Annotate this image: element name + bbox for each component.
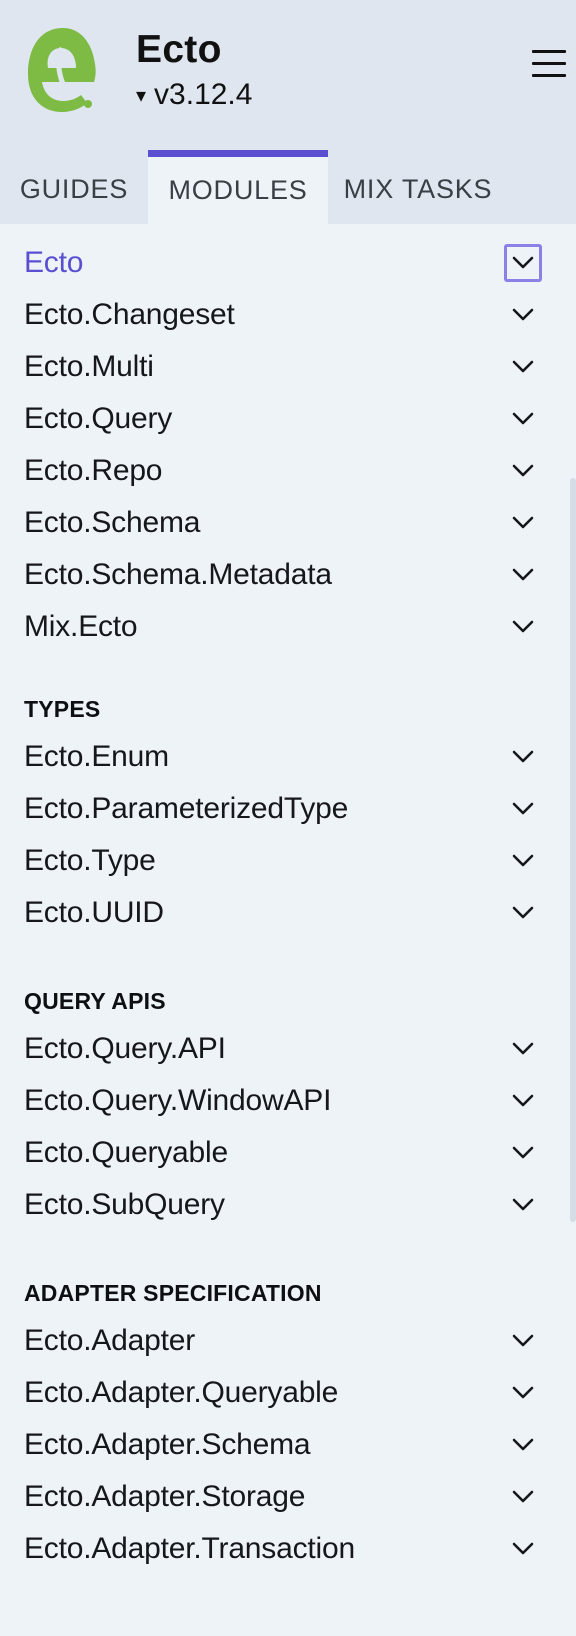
chevron-down-icon[interactable] <box>504 348 542 386</box>
module-item-label: Ecto.Adapter.Queryable <box>24 1376 339 1409</box>
module-item-label: Mix.Ecto <box>24 610 138 643</box>
chevron-down-icon[interactable] <box>504 790 542 828</box>
sidebar: Ecto ▾ v3.12.4 GUIDES MODULES MIX TASKS … <box>0 0 576 1636</box>
module-item[interactable]: Ecto.Query.API <box>24 1022 544 1076</box>
chevron-down-icon[interactable] <box>504 452 542 490</box>
chevron-down-icon[interactable] <box>504 1134 542 1172</box>
sidebar-header: Ecto ▾ v3.12.4 GUIDES MODULES MIX TASKS <box>0 0 576 224</box>
module-item[interactable]: Mix.Ecto <box>24 600 544 654</box>
module-item[interactable]: Ecto.Enum <box>24 730 544 784</box>
module-item[interactable]: Ecto.Adapter.Transaction <box>24 1522 544 1576</box>
module-item-label: Ecto.Changeset <box>24 298 235 331</box>
module-item-label: Ecto <box>24 246 84 279</box>
module-item[interactable]: Ecto.Queryable <box>24 1126 544 1180</box>
tab-mix-tasks[interactable]: MIX TASKS <box>328 150 508 224</box>
module-item-label: Ecto.Query.WindowAPI <box>24 1084 332 1117</box>
chevron-down-icon[interactable] <box>504 556 542 594</box>
chevron-down-icon[interactable] <box>504 1322 542 1360</box>
module-item-label: Ecto.Query.API <box>24 1032 226 1065</box>
chevron-down-icon[interactable] <box>504 1426 542 1464</box>
group-heading: QUERY APIS <box>24 988 166 1014</box>
module-item-label: Ecto.Repo <box>24 454 163 487</box>
version-selector[interactable]: ▾ v3.12.4 <box>136 78 252 112</box>
module-item-label: Ecto.UUID <box>24 896 164 929</box>
module-item-label: Ecto.SubQuery <box>24 1188 225 1221</box>
module-item-label: Ecto.Query <box>24 402 173 435</box>
modules-list: Ecto Ecto.Changeset Ecto.Multi Ecto.Query Ec… <box>0 224 576 1636</box>
module-item[interactable]: Ecto.Query <box>24 392 544 446</box>
module-item[interactable]: Ecto.Adapter.Schema <box>24 1418 544 1472</box>
module-item-label: Ecto.Multi <box>24 350 154 383</box>
ecto-logo[interactable] <box>24 24 102 116</box>
chevron-down-icon[interactable] <box>504 894 542 932</box>
caret-down-icon: ▾ <box>136 85 147 107</box>
chevron-down-icon[interactable] <box>504 1374 542 1412</box>
module-item-label: Ecto.Schema <box>24 506 201 539</box>
module-item[interactable]: Ecto.Multi <box>24 340 544 394</box>
module-item[interactable]: Ecto.UUID <box>24 886 544 940</box>
module-item[interactable]: Ecto.Adapter.Storage <box>24 1470 544 1524</box>
module-item[interactable]: Ecto.Query.WindowAPI <box>24 1074 544 1128</box>
module-item-label: Ecto.Adapter.Storage <box>24 1480 306 1513</box>
module-item[interactable]: Ecto.Adapter <box>24 1314 544 1368</box>
version-label: v3.12.4 <box>154 78 253 111</box>
module-item[interactable]: Ecto <box>24 236 544 290</box>
chevron-down-icon[interactable] <box>504 842 542 880</box>
module-item[interactable]: Ecto.SubQuery <box>24 1178 544 1232</box>
sidebar-tabs: GUIDES MODULES MIX TASKS <box>0 150 508 224</box>
app-title: Ecto <box>136 28 222 71</box>
group-heading: ADAPTER SPECIFICATION <box>24 1280 322 1306</box>
chevron-down-icon[interactable] <box>504 738 542 776</box>
chevron-down-icon[interactable] <box>504 504 542 542</box>
module-item[interactable]: Ecto.Schema.Metadata <box>24 548 544 602</box>
module-item[interactable]: Ecto.Schema <box>24 496 544 550</box>
scrollbar[interactable] <box>570 478 576 1222</box>
chevron-down-icon[interactable] <box>504 1186 542 1224</box>
tab-guides[interactable]: GUIDES <box>0 150 148 224</box>
module-item[interactable]: Ecto.Type <box>24 834 544 888</box>
tab-modules[interactable]: MODULES <box>148 150 328 224</box>
chevron-down-icon[interactable] <box>504 1030 542 1068</box>
module-item-label: Ecto.Adapter <box>24 1324 196 1357</box>
chevron-down-icon[interactable] <box>504 1082 542 1120</box>
module-item-label: Ecto.Enum <box>24 740 169 773</box>
chevron-down-icon[interactable] <box>504 244 542 282</box>
module-item-label: Ecto.Type <box>24 844 156 877</box>
hamburger-menu-icon[interactable] <box>532 46 568 80</box>
module-item[interactable]: Ecto.Adapter.Queryable <box>24 1366 544 1420</box>
group-heading: TYPES <box>24 696 101 722</box>
chevron-down-icon[interactable] <box>504 296 542 334</box>
chevron-down-icon[interactable] <box>504 400 542 438</box>
module-item[interactable]: Ecto.Repo <box>24 444 544 498</box>
module-item-label: Ecto.Adapter.Schema <box>24 1428 311 1461</box>
module-item[interactable]: Ecto.Changeset <box>24 288 544 342</box>
module-item-label: Ecto.ParameterizedType <box>24 792 349 825</box>
module-item-label: Ecto.Adapter.Transaction <box>24 1532 355 1565</box>
chevron-down-icon[interactable] <box>504 608 542 646</box>
module-item-label: Ecto.Queryable <box>24 1136 228 1169</box>
chevron-down-icon[interactable] <box>504 1478 542 1516</box>
module-item[interactable]: Ecto.ParameterizedType <box>24 782 544 836</box>
module-item-label: Ecto.Schema.Metadata <box>24 558 332 591</box>
chevron-down-icon[interactable] <box>504 1530 542 1568</box>
